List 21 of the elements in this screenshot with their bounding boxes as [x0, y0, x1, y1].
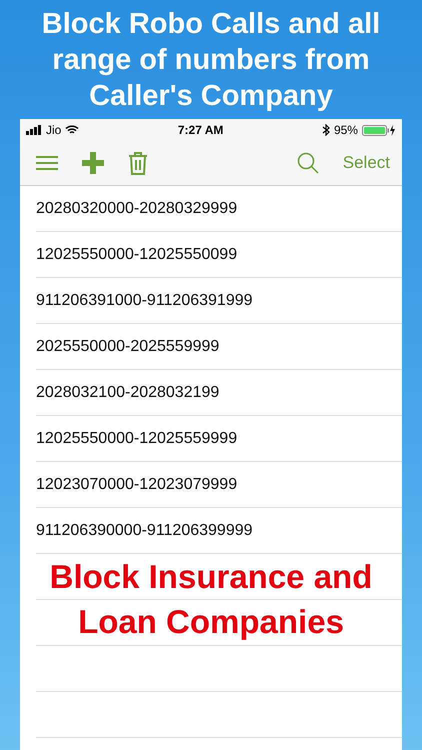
- number-range-row[interactable]: 12023070000-12023079999: [36, 462, 402, 508]
- number-range-row[interactable]: 2025550000-2025559999: [36, 324, 402, 370]
- headline: Block Robo Calls and all range of numbers from Caller's Company: [40, 7, 382, 114]
- wifi-icon: [65, 125, 80, 135]
- number-range-row[interactable]: 12025550000-12025550099: [36, 232, 402, 278]
- number-range-row[interactable]: 20280320000-20280329999: [36, 186, 402, 232]
- carrier-label: Jio: [46, 123, 62, 137]
- bluetooth-icon: [322, 124, 330, 136]
- battery-icon: [362, 124, 396, 136]
- menu-icon[interactable]: [36, 155, 58, 171]
- add-icon[interactable]: [82, 152, 104, 174]
- number-range-row[interactable]: 2028032100-2028032199: [36, 370, 402, 416]
- number-range-row[interactable]: 12025550000-12025559999: [36, 416, 402, 462]
- signal-icon: [26, 125, 42, 135]
- battery-percent: 95%: [334, 123, 358, 137]
- status-time: 7:27 AM: [178, 123, 224, 137]
- trash-icon[interactable]: [128, 151, 148, 175]
- number-range-row[interactable]: 911206391000-911206391999: [36, 278, 402, 324]
- number-range-row[interactable]: 911206390000-911206399999: [36, 508, 402, 554]
- promo-caption: Block Insurance and Loan Companies: [48, 557, 374, 642]
- search-icon[interactable]: [296, 152, 319, 174]
